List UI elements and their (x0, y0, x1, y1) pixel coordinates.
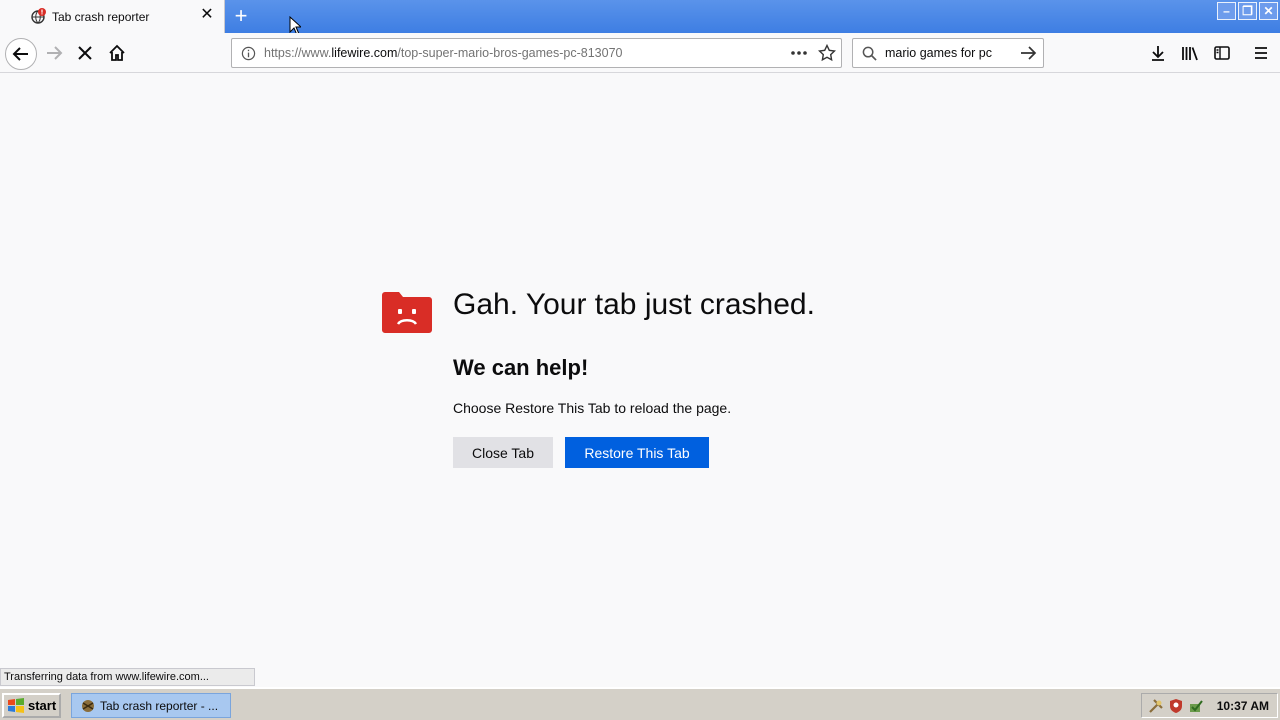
stop-x-icon (78, 46, 92, 60)
info-icon[interactable] (241, 46, 256, 61)
close-tab-button[interactable]: Close Tab (453, 437, 553, 468)
bookmark-star-icon[interactable] (818, 44, 836, 62)
page-actions-icon[interactable] (790, 46, 808, 60)
menu-button[interactable] (1247, 39, 1275, 67)
window-controls: – ❐ ✕ (1217, 2, 1278, 20)
restore-button[interactable]: ❐ (1238, 2, 1257, 20)
status-bar: Transferring data from www.lifewire.com.… (0, 668, 255, 686)
crash-title: Gah. Your tab just crashed. (453, 288, 815, 321)
crash-description: Choose Restore This Tab to reload the pa… (453, 400, 732, 416)
app-icon (82, 699, 94, 712)
hamburger-menu-icon (1255, 47, 1267, 59)
start-label: start (28, 698, 57, 713)
url-bar[interactable]: https://www.lifewire.com/top-super-mario… (231, 38, 842, 68)
url-text: https://www.lifewire.com/top-super-mario… (264, 46, 623, 60)
stop-button[interactable] (71, 39, 99, 67)
search-bar[interactable]: mario games for pc (852, 38, 1044, 68)
home-icon (109, 44, 125, 61)
search-input[interactable]: mario games for pc (885, 46, 992, 60)
windows-logo-icon (8, 697, 24, 713)
library-button[interactable] (1176, 39, 1204, 67)
arrow-right-icon (47, 46, 63, 60)
close-window-button[interactable]: ✕ (1259, 2, 1278, 20)
taskbar-item-label: Tab crash reporter - ... (100, 698, 219, 713)
home-button[interactable] (103, 39, 131, 67)
download-icon (1152, 46, 1164, 61)
globe-alert-icon (31, 8, 46, 24)
url-prefix: https://www. (264, 46, 332, 60)
search-icon (862, 46, 877, 61)
crash-subtitle: We can help! (453, 355, 589, 380)
url-path: /top-super-mario-bros-games-pc-813070 (397, 46, 623, 60)
library-icon (1182, 47, 1198, 61)
start-button[interactable]: start (2, 693, 61, 718)
crash-page: Gah. Your tab just crashed. We can help!… (0, 74, 1280, 686)
restore-tab-button[interactable]: Restore This Tab (565, 437, 709, 468)
sad-tab-icon (382, 292, 432, 333)
taskbar: start Tab crash reporter - ... 10:37 AM (0, 687, 1280, 720)
tab-crash-reporter[interactable]: Tab crash reporter ✕ (0, 0, 225, 33)
system-tray: 10:37 AM (1141, 693, 1278, 718)
downloads-button[interactable] (1144, 39, 1172, 67)
minimize-button[interactable]: – (1217, 2, 1236, 20)
close-tab-icon[interactable]: ✕ (199, 7, 215, 23)
tab-title: Tab crash reporter (52, 10, 150, 24)
taskbar-item-crash-reporter[interactable]: Tab crash reporter - ... (71, 693, 231, 718)
new-tab-button[interactable]: + (230, 5, 252, 27)
url-domain: lifewire.com (331, 46, 398, 60)
title-bar: Tab crash reporter ✕ + – ❐ ✕ (0, 0, 1280, 33)
search-go-icon[interactable] (1020, 45, 1037, 61)
shield-icon[interactable] (1168, 698, 1184, 714)
network-tool-icon[interactable] (1148, 698, 1164, 714)
sidebar-button[interactable] (1208, 39, 1236, 67)
forward-button[interactable] (40, 39, 68, 67)
back-button[interactable] (5, 38, 37, 70)
sidebar-icon (1214, 46, 1230, 60)
clock: 10:37 AM (1216, 698, 1269, 713)
security-check-icon[interactable] (1188, 698, 1204, 714)
arrow-left-icon (12, 47, 28, 61)
nav-toolbar: https://www.lifewire.com/top-super-mario… (0, 33, 1280, 73)
